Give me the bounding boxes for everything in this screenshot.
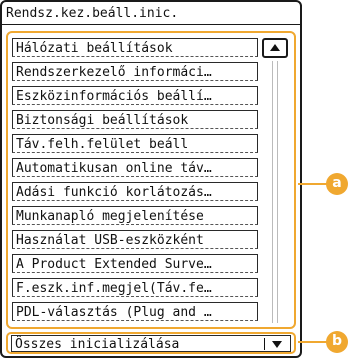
scrollbar-track[interactable] (272, 61, 278, 323)
list-item-auto-online-remote[interactable]: Automatikusan online táv… (12, 158, 258, 177)
list-item-system-manager-info[interactable]: Rendszerkezelő informáci… (12, 62, 258, 81)
list-item-send-function-restrict[interactable]: Adási funkció korlátozás… (12, 182, 258, 201)
list-item-network-settings[interactable]: Hálózati beállítások (12, 38, 258, 57)
list-item-remote-ui-settings[interactable]: Táv.felh.felület beáll (12, 134, 258, 153)
settings-screen: Rendsz.kez.beáll.inic. Hálózati beállítá… (0, 0, 302, 358)
list-item-use-as-usb-device[interactable]: Használat USB-eszközként (12, 230, 258, 249)
select-divider (264, 338, 265, 350)
list-item-job-log-display[interactable]: Munkanapló megjelenítése (12, 206, 258, 225)
settings-list: Hálózati beállítások Rendszerkezelő info… (6, 31, 296, 329)
initialize-all-label: Összes inicializálása (15, 337, 180, 352)
callout-a-leader (298, 183, 328, 185)
callout-b-leader (298, 341, 328, 343)
list-item-pdl-selection[interactable]: PDL-választás (Plug and … (12, 302, 258, 321)
list-item-product-extended-survey[interactable]: A Product Extended Surve… (12, 254, 258, 273)
callout-badge-a: a (326, 173, 348, 195)
callout-badge-b: b (326, 331, 348, 353)
triangle-down-icon[interactable] (272, 341, 282, 348)
initialize-all-row: Összes inicializálása (6, 332, 296, 354)
list-item-security-settings[interactable]: Biztonsági beállítások (12, 110, 258, 129)
screen-title: Rendsz.kez.beáll.inic. (2, 2, 300, 25)
scroll-up-button[interactable] (262, 38, 288, 58)
list-item-device-info-display-remote[interactable]: F.eszk.inf.megjel(Táv.fe… (12, 278, 258, 297)
list-item-device-info-settings[interactable]: Eszközinformációs beállí… (12, 86, 258, 105)
initialize-all-select[interactable]: Összes inicializálása (11, 335, 291, 352)
